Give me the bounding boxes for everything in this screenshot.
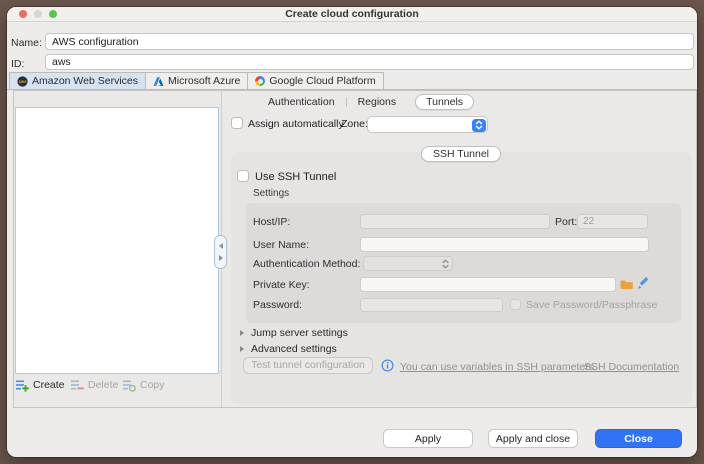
tab-tunnels[interactable]: Tunnels — [415, 94, 474, 110]
private-key-label: Private Key: — [253, 279, 310, 291]
configuration-list[interactable] — [15, 107, 219, 374]
create-label: Create — [33, 379, 65, 391]
close-button[interactable]: Close — [595, 429, 682, 448]
zone-popup[interactable] — [367, 116, 488, 133]
create-button[interactable]: Create — [16, 378, 65, 392]
ssh-variables-hint-link[interactable]: You can use variables in SSH parameters. — [400, 361, 597, 373]
title-bar: Create cloud configuration — [7, 7, 697, 22]
password-input — [360, 298, 503, 312]
zoom-traffic-light-icon[interactable] — [49, 10, 57, 18]
tab-microsoft-azure[interactable]: Microsoft Azure — [145, 72, 247, 90]
delete-label: Delete — [88, 379, 118, 391]
private-key-input[interactable] — [360, 277, 616, 292]
save-password-checkbox — [510, 299, 521, 310]
host-label: Host/IP: — [253, 216, 290, 228]
advanced-settings-expander[interactable]: Advanced settings — [251, 343, 337, 355]
username-label: User Name: — [253, 239, 309, 251]
popup-stepper-icon — [472, 119, 486, 132]
svg-text:aws: aws — [19, 79, 28, 84]
delete-button: Delete — [71, 378, 118, 392]
apply-and-close-button[interactable]: Apply and close — [488, 429, 578, 448]
close-traffic-light-icon[interactable] — [19, 10, 27, 18]
dialog-window: Create cloud configuration Name: ID: aws… — [7, 7, 697, 457]
tab-label: Microsoft Azure — [168, 75, 240, 87]
tab-amazon-web-services[interactable]: aws Amazon Web Services — [9, 72, 145, 90]
tab-google-cloud-platform[interactable]: Google Cloud Platform — [247, 72, 383, 90]
password-label: Password: — [253, 299, 302, 311]
save-password-label: Save Password/Passphrase — [526, 299, 657, 311]
provider-tab-bar: aws Amazon Web Services Microsoft Azure … — [7, 72, 697, 90]
use-ssh-tunnel-label: Use SSH Tunnel — [255, 171, 336, 183]
copy-icon — [123, 379, 136, 392]
ssh-documentation-link[interactable]: SSH Documentation — [584, 361, 679, 373]
aws-icon: aws — [17, 76, 28, 87]
host-input — [360, 214, 550, 229]
copy-button: Copy — [123, 378, 165, 392]
advanced-expander-icon[interactable] — [240, 346, 244, 352]
username-input[interactable] — [360, 237, 649, 252]
assign-automatically-label: Assign automatically — [248, 118, 344, 130]
id-input[interactable] — [45, 54, 694, 70]
collapse-right-icon — [219, 255, 223, 261]
google-cloud-icon — [255, 76, 265, 86]
zone-label: Zone: — [341, 118, 368, 130]
collapse-left-icon — [219, 243, 223, 249]
delete-icon — [71, 379, 84, 392]
jump-server-expander-icon[interactable] — [240, 330, 244, 336]
splitter-collapse-control[interactable] — [214, 235, 227, 269]
ssh-tunnel-header[interactable]: SSH Tunnel — [421, 146, 501, 162]
auth-method-label: Authentication Method: — [253, 258, 360, 270]
section-tab-bar: Authentication Regions Tunnels — [257, 94, 474, 109]
copy-label: Copy — [140, 379, 165, 391]
dropdown-stepper-icon — [442, 259, 449, 269]
port-input — [577, 214, 648, 229]
edit-pencil-icon[interactable] — [637, 276, 651, 290]
tab-label: Amazon Web Services — [32, 75, 138, 87]
name-input[interactable] — [45, 33, 694, 50]
assign-automatically-checkbox[interactable] — [231, 117, 243, 129]
settings-group-label: Settings — [253, 188, 289, 199]
id-label: ID: — [11, 58, 24, 70]
create-icon — [16, 379, 29, 392]
screenshot-root: { "titlebar": { "title": "Create cloud c… — [0, 0, 704, 464]
azure-icon — [153, 76, 164, 87]
jump-server-settings-expander[interactable]: Jump server settings — [251, 327, 348, 339]
use-ssh-tunnel-checkbox[interactable] — [237, 170, 249, 182]
port-label: Port: — [555, 216, 577, 228]
window-title: Create cloud configuration — [7, 7, 697, 22]
apply-button[interactable]: Apply — [383, 429, 473, 448]
tab-label: Google Cloud Platform — [269, 75, 375, 87]
tab-authentication[interactable]: Authentication — [257, 96, 346, 108]
auth-method-dropdown — [363, 256, 453, 271]
name-label: Name: — [11, 37, 42, 49]
tab-regions[interactable]: Regions — [347, 96, 408, 108]
folder-browse-icon[interactable] — [620, 278, 633, 290]
minimize-traffic-light-icon — [34, 10, 42, 18]
test-tunnel-configuration-button: Test tunnel configuration — [243, 357, 373, 374]
info-icon — [381, 359, 394, 372]
